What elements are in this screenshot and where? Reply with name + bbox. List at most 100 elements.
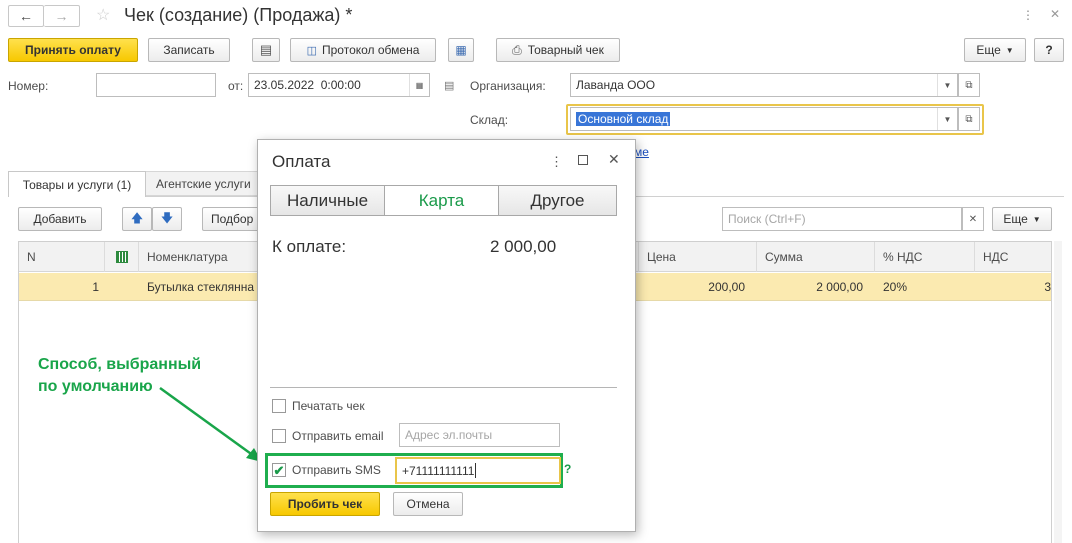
pick-label: Подбор [211,212,254,226]
cancel-button[interactable]: Отмена [393,492,463,516]
barcode-icon [115,251,128,263]
checkmark-icon: ✔ [273,462,285,478]
window-menu-icon[interactable]: ⋮ [1022,8,1034,22]
email-field[interactable]: Адрес эл.почты [399,423,560,447]
send-email-checkbox[interactable] [272,429,286,443]
date-field[interactable]: 23.05.2022 0:00:00 ▦ [248,73,430,97]
search-input[interactable]: Поиск (Ctrl+F) [722,207,962,231]
tab-agent-services[interactable]: Агентские услуги [146,171,266,196]
table-more-label: Еще [1003,212,1028,226]
tab-goods-services[interactable]: Товары и услуги (1) [8,171,146,197]
send-email-label: Отправить email [292,429,384,443]
payment-method-switch: Наличные Карта Другое [270,185,617,216]
organization-field[interactable]: Лаванда ООО ▼ [570,73,958,97]
document-icon-button[interactable]: ▤ [252,38,280,62]
window-title: Чек (создание) (Продажа) * [124,5,353,25]
cell-vat: 3 [1044,280,1051,294]
column-header-marking[interactable] [105,242,139,272]
column-header-price[interactable]: Цена [639,242,757,272]
sms-help-link[interactable]: ? [564,462,571,476]
tab-agent-services-label: Агентские услуги [156,176,251,191]
annotation-line-2: по умолчанию [38,378,153,395]
more-button[interactable]: Еще ▼ [964,38,1026,62]
arrow-up-icon: 🡅 [130,210,144,225]
tab-card[interactable]: Карта [385,186,499,215]
to-pay-value: 2 000,00 [490,237,557,256]
goods-receipt-label: Товарный чек [527,43,604,57]
arrow-down-icon: 🡇 [160,210,174,225]
chevron-down-icon[interactable]: ▼ [937,108,957,130]
document-icon: ▤ [259,42,273,57]
window-close-icon[interactable]: ✕ [1050,7,1060,21]
forward-button[interactable]: → [44,5,80,27]
organization-label: Организация: [470,79,546,93]
calendar-icon[interactable]: ▦ [409,74,429,96]
more-label: Еще [976,43,1001,57]
arrow-left-icon: ← [19,8,33,24]
column-header-n[interactable]: N [19,242,105,272]
annotation-arrow [159,386,262,462]
date-from-label: от: [228,79,244,93]
search-placeholder: Поиск (Ctrl+F) [728,212,806,226]
structure-icon-button[interactable]: ▦ [448,38,474,62]
move-up-button[interactable]: 🡅 [122,207,152,231]
column-header-vat-rate[interactable]: % НДС [875,242,975,272]
cell-n: 1 [92,280,99,294]
exchange-log-icon: ◫ [306,44,317,57]
column-header-sum[interactable]: Сумма [757,242,875,272]
warehouse-field[interactable]: Основной склад ▼ [570,107,958,131]
organization-value: Лаванда ООО [576,78,656,92]
cell-vat-rate: 20% [883,280,908,294]
scrollbar[interactable] [1054,241,1062,543]
open-warehouse-icon[interactable]: ⧉ [958,107,980,131]
exchange-log-label: Протокол обмена [322,43,420,57]
goods-receipt-button[interactable]: ⎙ Товарный чек [496,38,620,62]
open-organization-icon[interactable]: ⧉ [958,73,980,97]
print-receipt-label: Печатать чек [292,399,365,413]
warehouse-label: Склад: [470,113,509,127]
send-sms-checkbox[interactable]: ✔ [272,463,286,477]
chevron-down-icon: ▼ [1005,45,1014,55]
column-header-vat[interactable]: НДС [975,242,1051,272]
date-value: 23.05.2022 0:00:00 [254,78,361,92]
more-link[interactable]: ме [634,145,649,159]
tab-goods-services-label: Товары и услуги (1) [22,177,132,192]
number-label: Номер: [8,79,49,93]
save-button[interactable]: Записать [148,38,230,62]
cell-sum: 2 000,00 [816,280,863,294]
dialog-close-icon[interactable]: ✕ [608,151,620,168]
comment-icon[interactable]: ▤ [444,79,454,92]
cell-price: 200,00 [708,280,745,294]
number-field[interactable] [96,73,216,97]
tab-cash[interactable]: Наличные [271,186,385,215]
dialog-divider [270,387,617,388]
tab-other[interactable]: Другое [499,186,616,215]
warehouse-value: Основной склад [576,112,671,126]
send-sms-label: Отправить SMS [292,463,381,477]
payment-dialog: Оплата ⋮ ✕ Наличные Карта Другое К оплат… [257,139,636,532]
printer-icon: ⎙ [512,42,522,57]
accept-payment-button[interactable]: Принять оплату [8,38,138,62]
back-button[interactable]: ← [8,5,44,27]
chevron-down-icon[interactable]: ▼ [937,74,957,96]
sms-phone-field[interactable]: +71111111111 [395,457,561,484]
clear-search-icon[interactable]: ✕ [962,207,984,231]
arrow-right-icon: → [54,8,69,24]
print-receipt-checkbox[interactable] [272,399,286,413]
dialog-menu-icon[interactable]: ⋮ [550,154,563,170]
help-button[interactable]: ? [1034,38,1064,62]
exchange-log-button[interactable]: ◫ Протокол обмена [290,38,436,62]
add-button[interactable]: Добавить [18,207,102,231]
text-cursor [475,463,477,478]
table-more-button[interactable]: Еще ▼ [992,207,1052,231]
chevron-down-icon: ▼ [1032,214,1041,224]
dialog-maximize-icon[interactable] [578,155,588,165]
submit-receipt-button[interactable]: Пробить чек [270,492,380,516]
email-placeholder: Адрес эл.почты [405,428,493,442]
favorite-star-icon[interactable]: ☆ [96,5,110,25]
sms-phone-value: +71111111111 [402,463,475,478]
structure-icon: ▦ [455,43,467,57]
to-pay-label: К оплате: [272,237,347,256]
move-down-button[interactable]: 🡇 [152,207,182,231]
annotation-line-1: Способ, выбранный [38,356,202,373]
